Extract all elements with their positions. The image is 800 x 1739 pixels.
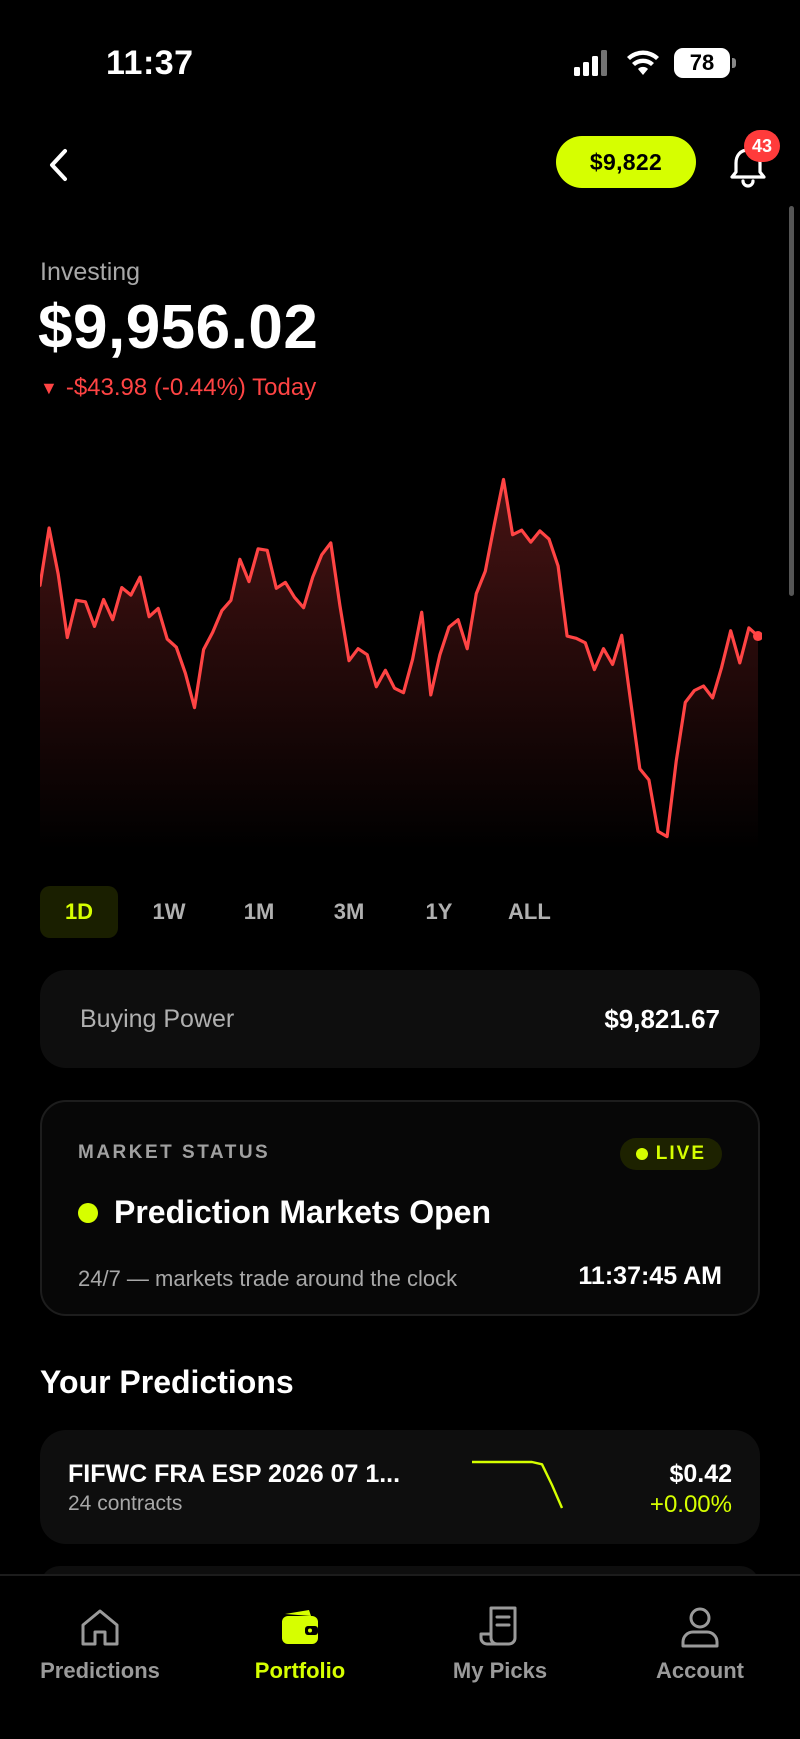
prediction-name: FIFWC FRA ESP 2026 07 1... [68,1460,401,1488]
portfolio-chart[interactable] [40,440,762,850]
portfolio-change: ▼ -$43.98 (-0.44%) Today [40,374,316,402]
buying-power-card[interactable]: Buying Power $9,821.67 [40,970,760,1068]
prediction-contracts: 24 contracts [68,1492,183,1515]
status-icons: 78 [572,48,736,78]
buying-power-value: $9,821.67 [604,1003,720,1034]
home-icon [81,1609,119,1646]
back-button[interactable] [34,140,84,190]
range-tab-1m[interactable]: 1M [220,886,298,938]
range-tab-1w[interactable]: 1W [130,886,208,938]
market-subtitle: 24/7 — markets trade around the clock [78,1266,458,1291]
portfolio-value: $9,956.02 [38,293,319,362]
prediction-row[interactable]: FIFWC FRA ESP 2026 07 1... 24 contracts … [40,1430,760,1544]
nav-item-my-picks[interactable]: My Picks [400,1604,600,1684]
down-arrow-icon: ▼ [40,377,58,398]
status-dot-icon [78,1202,98,1223]
scrollbar[interactable] [789,206,794,596]
status-time: 11:37 [106,44,194,82]
status-bar: 11:37 78 [0,0,800,130]
portfolio-label: Investing [40,258,141,286]
nav-item-portfolio[interactable]: Portfolio [200,1604,400,1684]
live-dot-icon [635,1148,648,1160]
user-icon [681,1607,719,1648]
wifi-icon [627,50,659,75]
nav-label: Predictions [40,1658,160,1683]
range-tab-all[interactable]: ALL [490,886,569,938]
market-status-card: MARKET STATUS LIVE Prediction Markets Op… [40,1100,760,1316]
chevron-left-icon [50,149,67,181]
prediction-change: +0.00% [649,1491,732,1518]
nav-label: My Picks [452,1658,548,1683]
range-tabs: 1D 1W 1M 3M 1Y ALL [40,886,581,938]
live-badge: LIVE [619,1138,722,1170]
cellular-signal-icon [574,50,607,76]
range-tab-1d[interactable]: 1D [40,886,118,938]
predictions-section-title: Your Predictions [40,1364,294,1400]
nav-label: Portfolio [254,1658,346,1683]
market-status-title: MARKET STATUS [78,1142,271,1163]
buying-power-label: Buying Power [80,1004,235,1033]
market-open-headline: Prediction Markets Open [78,1194,491,1231]
receipt-icon [479,1606,517,1646]
sparkline-line [472,1460,564,1509]
notification-count-badge: 43 [744,130,780,162]
nav-label: Account [656,1658,744,1683]
bottom-nav: Predictions Portfolio My Picks Account [0,1574,800,1739]
battery-icon: 78 [674,48,736,78]
prediction-sparkline [472,1460,564,1509]
live-badge-label: LIVE [655,1143,706,1164]
balance-pill[interactable]: $9,822 [556,136,696,188]
range-tab-1y[interactable]: 1Y [400,886,478,938]
range-tab-3m[interactable]: 3M [310,886,388,938]
wallet-icon [282,1610,318,1644]
nav-item-account[interactable]: Account [600,1604,800,1684]
prediction-price: $0.42 [669,1460,732,1488]
nav-item-predictions[interactable]: Predictions [0,1604,200,1684]
market-open-text: Prediction Markets Open [114,1194,491,1230]
portfolio-change-text: -$43.98 (-0.44%) Today [65,374,317,401]
market-clock: 11:37:45 AM [578,1262,722,1290]
